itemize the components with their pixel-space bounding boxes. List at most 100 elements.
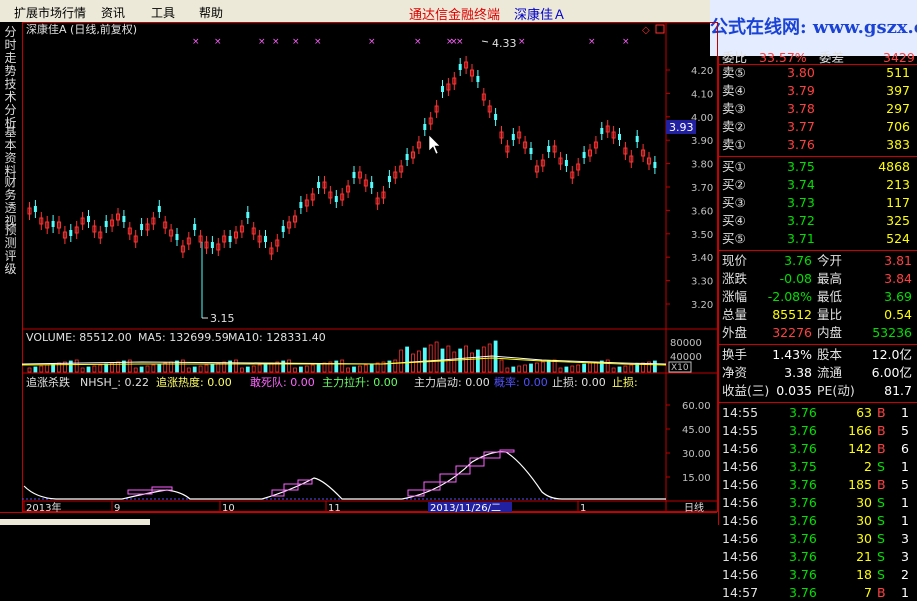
menu-tools[interactable]: 工具 <box>151 4 175 21</box>
ask-row-2: 卖② 3.77 706 <box>722 119 910 134</box>
volume-bar <box>133 367 138 373</box>
signal-marker-icon: × <box>414 37 422 47</box>
indicator-nhsh: NHSH_: 0.22 <box>80 376 149 389</box>
volume-bar <box>369 363 374 373</box>
candle-body-down <box>193 224 197 230</box>
signal-marker-icon: × <box>214 37 222 47</box>
left-tab-bar: 分时走势 技术分析 基本资料 财务透视 预测评级 <box>0 22 23 512</box>
menu-news[interactable]: 资讯 <box>101 4 125 21</box>
volume-bar <box>80 367 85 373</box>
volume-bar <box>540 361 545 373</box>
indicator-step-box <box>407 489 425 497</box>
volume-bar <box>588 362 592 373</box>
candle-body-down <box>635 136 639 142</box>
tab-rating[interactable]: 预测评级 <box>2 224 19 276</box>
candle-body-down <box>69 230 73 236</box>
fundamental-row-0: 换手 1.43% 股本 12.0亿 <box>722 347 912 362</box>
stock-title: 深康佳Ａ <box>514 8 567 23</box>
candle-body-down <box>317 182 321 188</box>
date-tick-label: 9 <box>114 503 120 512</box>
candle-body-down <box>281 226 285 232</box>
menu-extended-market[interactable]: 扩展市场行情 <box>14 4 86 21</box>
price-axis: 4.204.104.003.903.803.703.603.503.403.30… <box>666 66 713 311</box>
volume-bar <box>198 365 203 373</box>
volume-bar <box>251 365 256 373</box>
volume-bar <box>363 364 368 373</box>
close-icon[interactable] <box>655 24 665 34</box>
volume-bar <box>605 359 610 373</box>
volume-bar <box>316 363 321 373</box>
kline-chart[interactable]: ◇ 深康佳A (日线,前复权) × × × × × × × × ××× × × × 4.33 3.15… <box>22 22 718 512</box>
candle-body-down <box>405 154 409 160</box>
panel-separator <box>719 250 917 251</box>
volume-bar <box>86 366 91 373</box>
indicator-tick-label: 45.00 <box>682 425 711 436</box>
indicator-hidden: 概率: 0.00 <box>494 375 548 389</box>
volume-bar <box>293 367 297 373</box>
indicator-plot <box>22 449 666 500</box>
volume-bar <box>104 363 109 373</box>
tab-technical[interactable]: 技术分析 <box>2 78 19 130</box>
tab-intraday[interactable]: 分时走势 <box>2 26 19 78</box>
date-tick-label: 2013年 <box>26 501 61 512</box>
volume-bar <box>611 367 616 373</box>
candle-body-down <box>122 216 126 222</box>
indicator-stop-profit: 止损: <box>612 375 638 389</box>
volume-bar <box>263 363 268 373</box>
candle-body-down <box>547 146 551 152</box>
price-tick-label: 4.10 <box>691 89 713 100</box>
signal-markers: × × × × × × × × ××× × × × <box>192 37 630 47</box>
restore-icon[interactable]: ◇ <box>642 25 650 36</box>
indicator-tick-label: 30.00 <box>682 449 711 460</box>
volume-bar <box>139 366 144 373</box>
chart-frame <box>22 22 718 512</box>
stat-row-4: 外盘 32276 内盘 53236 <box>722 325 912 340</box>
chart-title: 深康佳A (日线,前复权) <box>26 22 137 36</box>
candle-body-down <box>441 86 444 92</box>
volume-bar <box>558 367 563 373</box>
volume-bar <box>653 360 657 373</box>
candle-body-down <box>299 202 303 208</box>
volume-bar <box>529 363 533 373</box>
volume-bar <box>505 367 510 373</box>
signal-marker-icon: × <box>368 37 376 47</box>
candle-body-down <box>618 134 621 140</box>
volume-bar <box>98 364 103 373</box>
tick-row: 14:56 3.76 30 S 3 <box>722 531 909 546</box>
volume-bar <box>481 346 486 373</box>
indicator-tick-label: 15.00 <box>682 473 711 484</box>
tick-row: 14:56 3.76 21 S 3 <box>722 549 909 564</box>
price-tick-label: 3.80 <box>691 160 713 171</box>
volume-bar <box>546 360 551 373</box>
date-tick-label: 10 <box>222 503 235 512</box>
volume-bar <box>346 367 351 373</box>
volume-unit: X10 <box>671 363 689 373</box>
volume-bar <box>475 349 480 373</box>
candle-body-down <box>33 206 37 212</box>
volume-bar <box>39 365 44 373</box>
price-tick-label: 3.60 <box>691 206 713 217</box>
mouse-cursor-icon <box>428 134 441 155</box>
volume-bar <box>204 364 209 373</box>
volume-bar <box>535 362 539 373</box>
date-tick-label: 11 <box>328 503 341 512</box>
signal-marker-icon: × <box>272 37 280 47</box>
volume-legend-vol: VOLUME: 85512.00 <box>26 331 132 344</box>
volume-bar <box>434 341 439 373</box>
sheet-tab-strip[interactable] <box>0 519 150 525</box>
candle-body-down <box>51 221 55 227</box>
tab-basic-info[interactable]: 基本资料 <box>2 126 19 178</box>
volume-bar <box>393 359 398 373</box>
volume-bar <box>257 364 262 373</box>
candle-body-down <box>653 162 657 168</box>
signal-marker-icon: × <box>588 37 596 47</box>
volume-bar <box>92 365 97 373</box>
candle-body-down <box>352 172 356 178</box>
volume-bar <box>576 364 581 373</box>
candle-body-down <box>157 206 161 212</box>
volume-bar <box>45 364 50 373</box>
tab-finance[interactable]: 财务透视 <box>2 176 19 228</box>
watermark-banner: 公式在线网: www.gszx.com.cn <box>710 0 917 56</box>
menu-help[interactable]: 帮助 <box>199 4 223 21</box>
indicator-main-pull: 主力拉升: 0.00 <box>322 375 398 389</box>
